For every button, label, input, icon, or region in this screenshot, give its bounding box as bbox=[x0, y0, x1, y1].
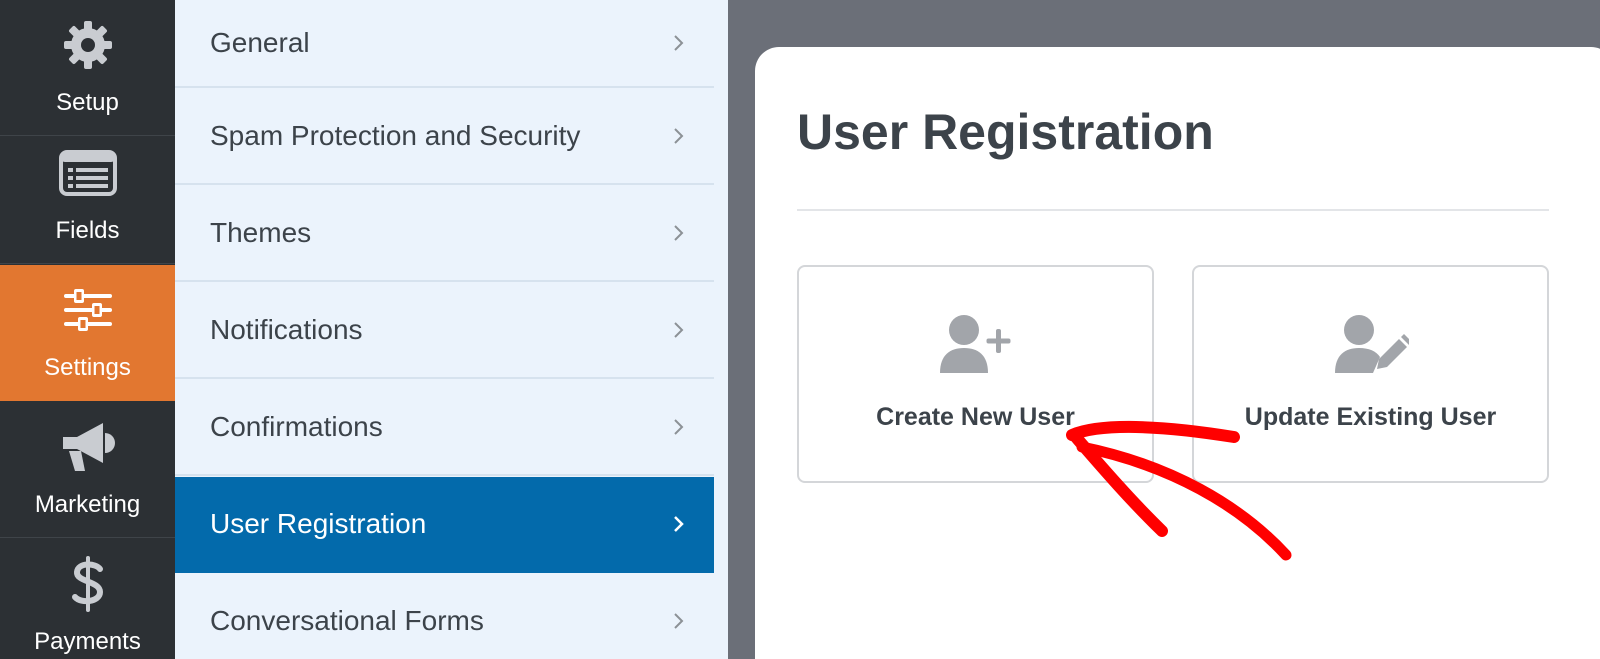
chevron-right-icon bbox=[674, 613, 684, 629]
sidebar-item-fields[interactable]: Fields bbox=[0, 128, 175, 264]
chevron-right-icon bbox=[674, 35, 684, 51]
chevron-right-icon bbox=[674, 225, 684, 241]
update-existing-user-label: Update Existing User bbox=[1244, 403, 1497, 431]
sidebar-item-marketing[interactable]: Marketing bbox=[0, 402, 175, 538]
chevron-right-icon bbox=[674, 516, 684, 532]
create-new-user-label: Create New User bbox=[876, 403, 1075, 431]
sliders-icon bbox=[0, 279, 175, 341]
settings-menu: General Spam Protection and Security The… bbox=[175, 0, 728, 659]
sidebar-item-payments[interactable]: Payments bbox=[0, 539, 175, 659]
user-add-icon bbox=[799, 313, 1152, 379]
menu-item-label: Themes bbox=[210, 217, 312, 248]
gear-icon bbox=[0, 14, 175, 76]
builder-icon-sidebar: Setup Fields Settings Marketing Payments bbox=[0, 0, 175, 659]
sidebar-item-label: Setup bbox=[56, 89, 119, 116]
menu-item-label: User Registration bbox=[210, 508, 427, 539]
page-title: User Registration bbox=[797, 104, 1214, 160]
menu-item-conversational-forms[interactable]: Conversational Forms bbox=[175, 574, 714, 659]
menu-item-user-registration[interactable]: User Registration bbox=[175, 477, 714, 573]
settings-panel: User Registration Create New User Update… bbox=[755, 47, 1600, 659]
menu-item-label: General bbox=[210, 27, 310, 58]
menu-item-notifications[interactable]: Notifications bbox=[175, 283, 714, 379]
menu-item-label: Spam Protection and Security bbox=[210, 120, 581, 151]
sidebar-item-label: Marketing bbox=[34, 491, 141, 518]
dollar-icon bbox=[0, 553, 175, 615]
chevron-right-icon bbox=[674, 419, 684, 435]
chevron-right-icon bbox=[674, 128, 684, 144]
chevron-right-icon bbox=[674, 322, 684, 338]
update-existing-user-option[interactable]: Update Existing User bbox=[1192, 265, 1549, 483]
sidebar-item-label: Fields bbox=[55, 217, 120, 244]
menu-item-confirmations[interactable]: Confirmations bbox=[175, 380, 714, 476]
menu-item-label: Conversational Forms bbox=[210, 605, 484, 636]
menu-item-themes[interactable]: Themes bbox=[175, 186, 714, 282]
sidebar-item-settings[interactable]: Settings bbox=[0, 265, 175, 401]
megaphone-icon bbox=[0, 416, 175, 478]
sidebar-item-label: Settings bbox=[44, 354, 131, 381]
menu-item-general[interactable]: General bbox=[175, 0, 714, 88]
menu-item-spam-protection[interactable]: Spam Protection and Security bbox=[175, 89, 714, 185]
create-new-user-option[interactable]: Create New User bbox=[797, 265, 1154, 483]
user-edit-icon bbox=[1194, 313, 1547, 379]
sidebar-item-label: Payments bbox=[34, 628, 141, 655]
menu-item-label: Notifications bbox=[210, 314, 363, 345]
title-divider bbox=[797, 209, 1549, 211]
menu-item-label: Confirmations bbox=[210, 411, 383, 442]
sidebar-item-setup[interactable]: Setup bbox=[0, 0, 175, 136]
fields-list-icon bbox=[0, 142, 175, 204]
